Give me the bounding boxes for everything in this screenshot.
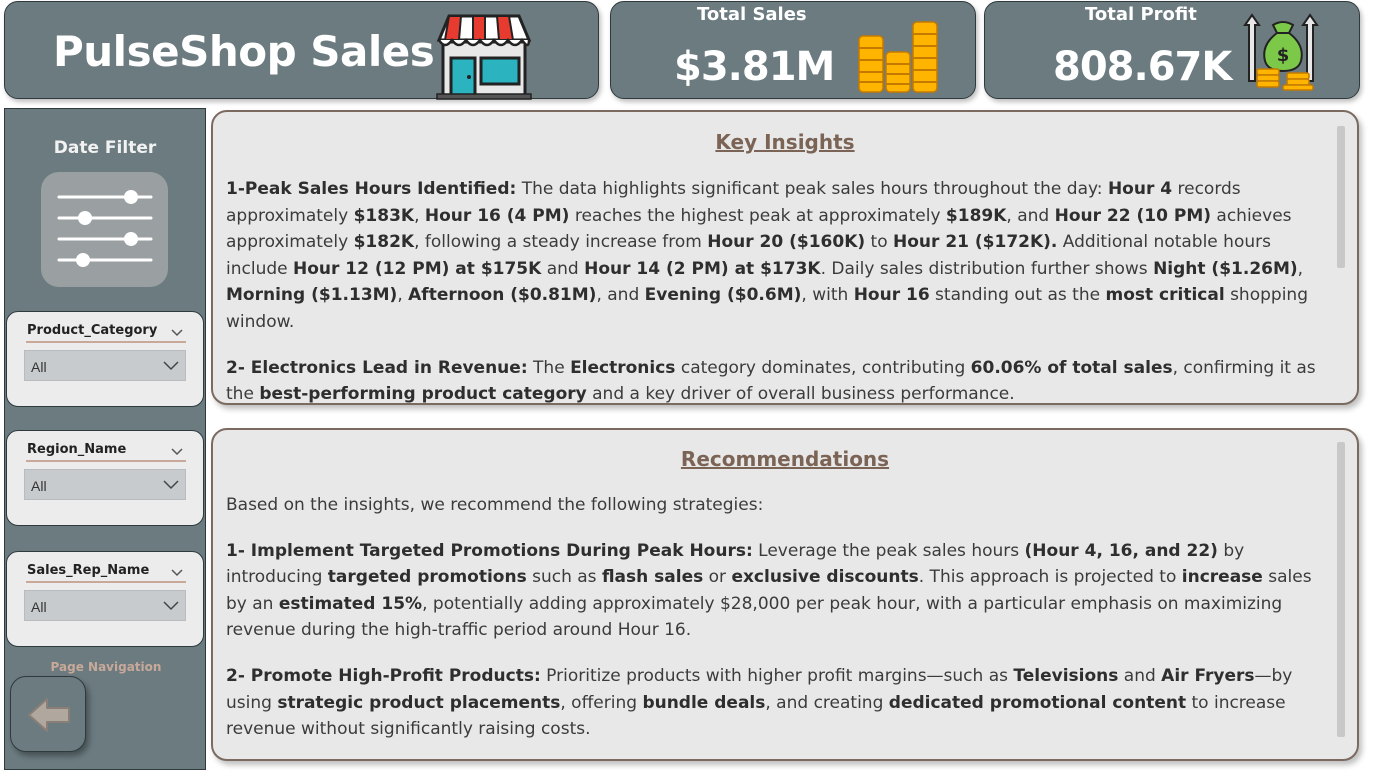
storefront-icon bbox=[435, 10, 533, 104]
sliders-icon bbox=[57, 190, 153, 267]
slicer-underline bbox=[26, 460, 186, 462]
region-name-slicer: Region_Name All bbox=[6, 430, 204, 526]
svg-text:$: $ bbox=[1277, 45, 1290, 66]
date-filter-label: Date Filter bbox=[53, 138, 157, 158]
insight-peak-hours: 1-Peak Sales Hours Identified: The data … bbox=[226, 179, 1308, 332]
recommendation-promotions: 1- Implement Targeted Promotions During … bbox=[226, 540, 1312, 641]
recommendations-panel: Recommendations Based on the insights, w… bbox=[211, 428, 1359, 761]
chevron-down-icon[interactable] bbox=[171, 322, 183, 341]
app-title: PulseShop Sales bbox=[53, 27, 435, 76]
key-insights-panel: Key Insights 1-Peak Sales Hours Identifi… bbox=[211, 110, 1359, 405]
insights-scrollbar[interactable] bbox=[1337, 126, 1345, 268]
region-name-dropdown[interactable]: All bbox=[24, 469, 186, 500]
back-button[interactable] bbox=[10, 676, 86, 752]
money-bag-growth-icon: $ bbox=[1243, 11, 1323, 95]
sales-rep-name-dropdown[interactable]: All bbox=[24, 590, 186, 621]
title-card: PulseShop Sales bbox=[4, 1, 599, 100]
slicer-underline bbox=[26, 341, 186, 343]
key-insights-text: 1-Peak Sales Hours Identified: The data … bbox=[226, 176, 1324, 405]
recommendations-intro: Based on the insights, we recommend the … bbox=[226, 495, 764, 515]
slicer-underline bbox=[26, 581, 186, 583]
total-profit-value: 808.67K bbox=[1053, 44, 1232, 90]
arrow-left-icon bbox=[28, 698, 70, 732]
recommendation-high-profit: 2- Promote High-Profit Products: Priorit… bbox=[226, 665, 1293, 740]
chevron-down-icon bbox=[163, 476, 179, 495]
key-insights-heading: Key Insights bbox=[715, 130, 855, 154]
total-sales-value: $3.81M bbox=[674, 44, 835, 90]
recommendations-heading: Recommendations bbox=[680, 447, 890, 471]
slicer-title: Product_Category bbox=[27, 323, 158, 338]
coin-stacks-icon bbox=[856, 18, 942, 98]
slicer-value: All bbox=[31, 359, 47, 375]
slicer-value: All bbox=[31, 599, 47, 615]
recommendations-text: Based on the insights, we recommend the … bbox=[226, 492, 1324, 759]
chevron-down-icon bbox=[163, 597, 179, 616]
total-profit-label: Total Profit bbox=[1085, 4, 1197, 25]
chevron-down-icon[interactable] bbox=[171, 562, 183, 581]
product-category-slicer: Product_Category All bbox=[6, 311, 204, 407]
chevron-down-icon[interactable] bbox=[171, 441, 183, 460]
date-filter-button[interactable] bbox=[41, 172, 168, 287]
slicer-value: All bbox=[31, 478, 47, 494]
chevron-down-icon bbox=[163, 357, 179, 376]
slicer-title: Region_Name bbox=[27, 442, 127, 457]
slicer-title: Sales_Rep_Name bbox=[27, 563, 150, 578]
product-category-dropdown[interactable]: All bbox=[24, 350, 186, 381]
sidebar: Date Filter Product_Category All Region_… bbox=[4, 108, 206, 770]
total-sales-card: Total Sales $3.81M bbox=[610, 1, 976, 99]
insight-electronics: 2- Electronics Lead in Revenue: The Elec… bbox=[226, 357, 1316, 405]
page-navigation-label: Page Navigation bbox=[50, 660, 162, 674]
sales-rep-name-slicer: Sales_Rep_Name All bbox=[6, 551, 204, 647]
total-profit-card: Total Profit 808.67K $ bbox=[984, 1, 1360, 99]
recommendations-scrollbar[interactable] bbox=[1337, 442, 1345, 737]
